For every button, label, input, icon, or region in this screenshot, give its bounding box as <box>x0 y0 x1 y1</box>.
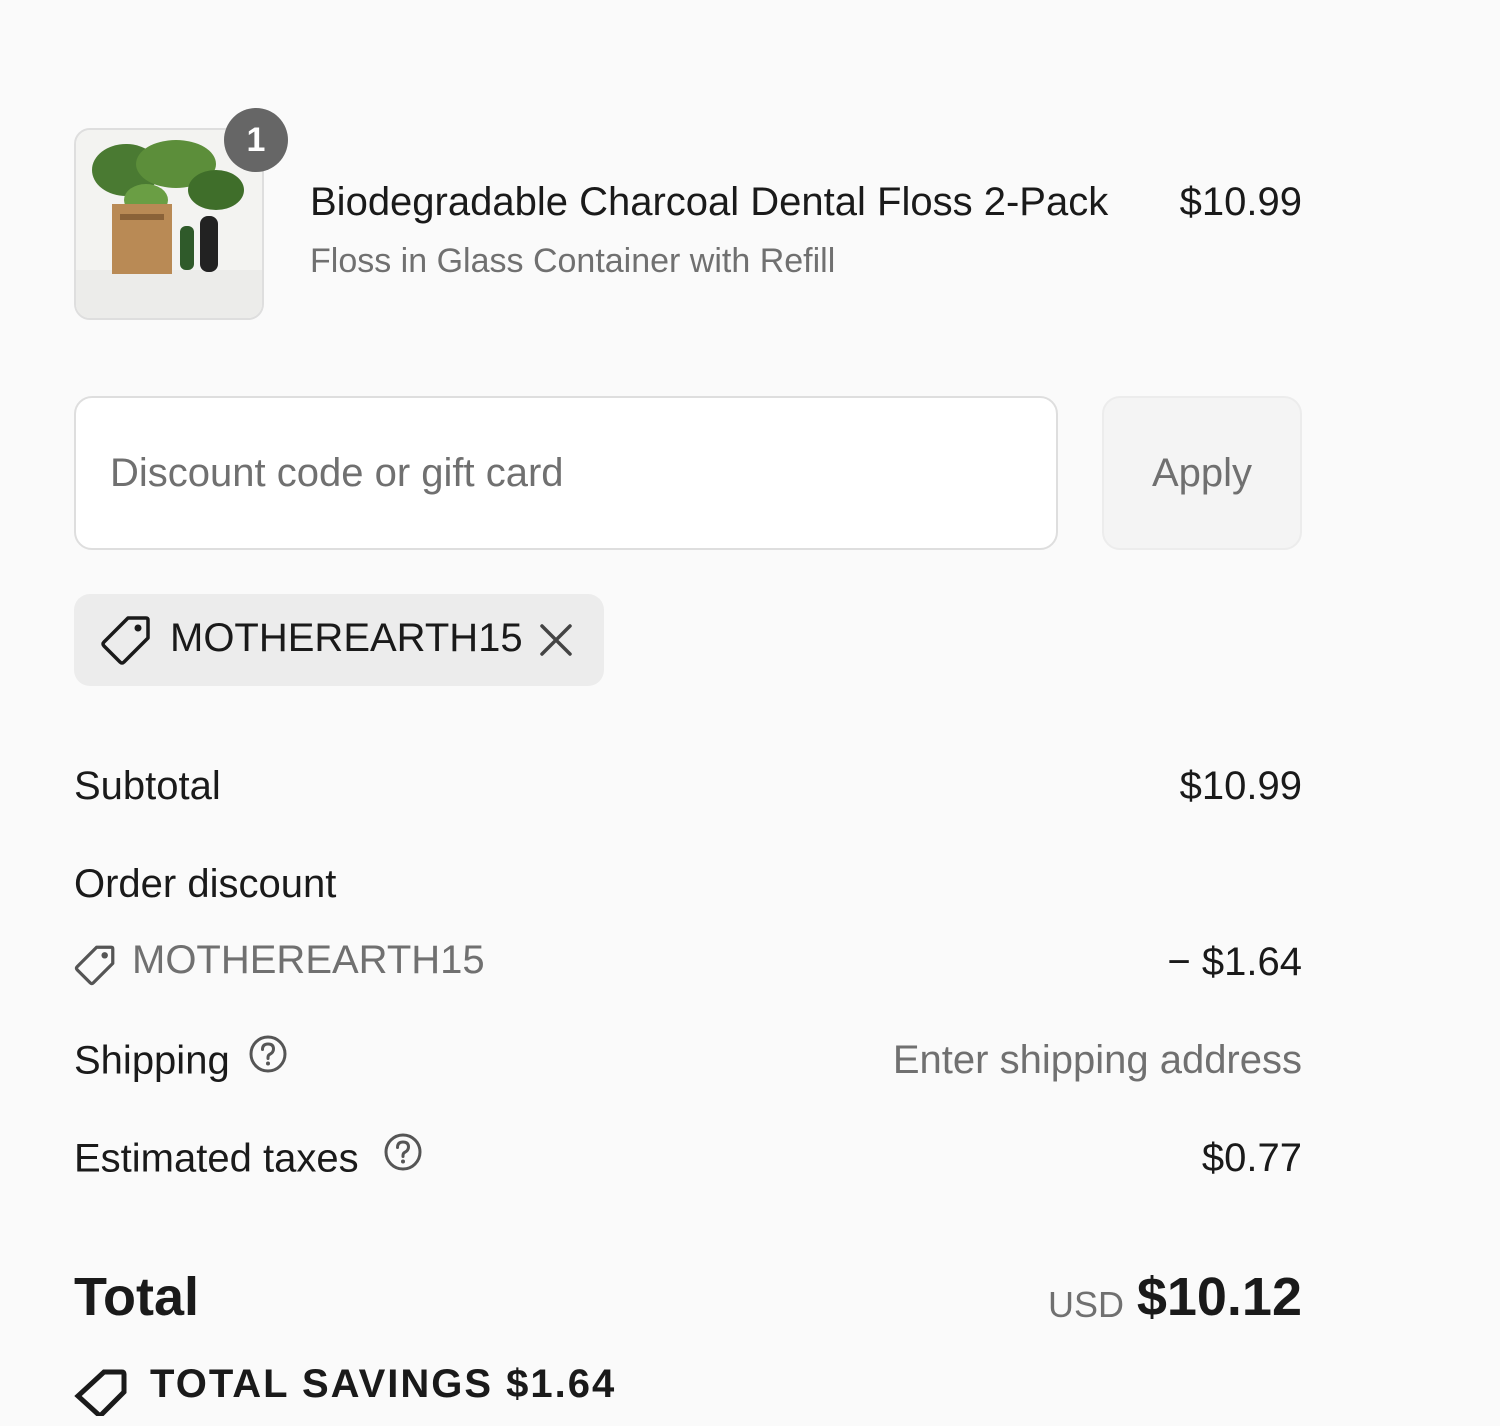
taxes-row-label: Estimated taxes <box>74 1133 423 1186</box>
applied-discount-code: MOTHEREARTH15 <box>170 616 523 660</box>
taxes-help-icon[interactable] <box>383 1132 423 1182</box>
order-discount-label: Order discount <box>74 862 337 906</box>
total-label: Total <box>74 1267 199 1327</box>
remove-discount-icon[interactable] <box>538 622 574 663</box>
applied-discount-chip: MOTHEREARTH15 <box>74 594 604 686</box>
product-variant: Floss in Glass Container with Refill <box>310 242 836 280</box>
discount-tag-icon <box>74 944 116 991</box>
shipping-row-label: Shipping <box>74 1035 288 1088</box>
tag-icon <box>100 614 152 671</box>
line-item: 1 Biodegradable Charcoal Dental Floss 2-… <box>74 108 1302 324</box>
shipping-help-icon[interactable] <box>248 1034 288 1084</box>
taxes-label: Estimated taxes <box>74 1136 359 1181</box>
order-discount-code: MOTHEREARTH15 <box>132 938 485 982</box>
subtotal-label: Subtotal <box>74 764 221 808</box>
apply-button[interactable]: Apply <box>1102 396 1302 550</box>
product-price: $10.99 <box>1179 180 1302 224</box>
savings-text: TOTAL SAVINGS $1.64 <box>150 1362 617 1406</box>
taxes-value: $0.77 <box>1201 1136 1302 1180</box>
product-title: Biodegradable Charcoal Dental Floss 2-Pa… <box>310 180 1109 224</box>
currency-code: USD <box>1047 1284 1124 1325</box>
discount-code-input[interactable] <box>74 396 1058 550</box>
shipping-label: Shipping <box>74 1038 230 1083</box>
total-amount: $10.12 <box>1136 1267 1302 1327</box>
subtotal-value: $10.99 <box>1179 764 1302 808</box>
shipping-value: Enter shipping address <box>892 1038 1302 1082</box>
quantity-badge: 1 <box>224 108 288 172</box>
savings-tag-icon <box>74 1368 130 1426</box>
order-discount-value: − $1.64 <box>1167 940 1302 984</box>
